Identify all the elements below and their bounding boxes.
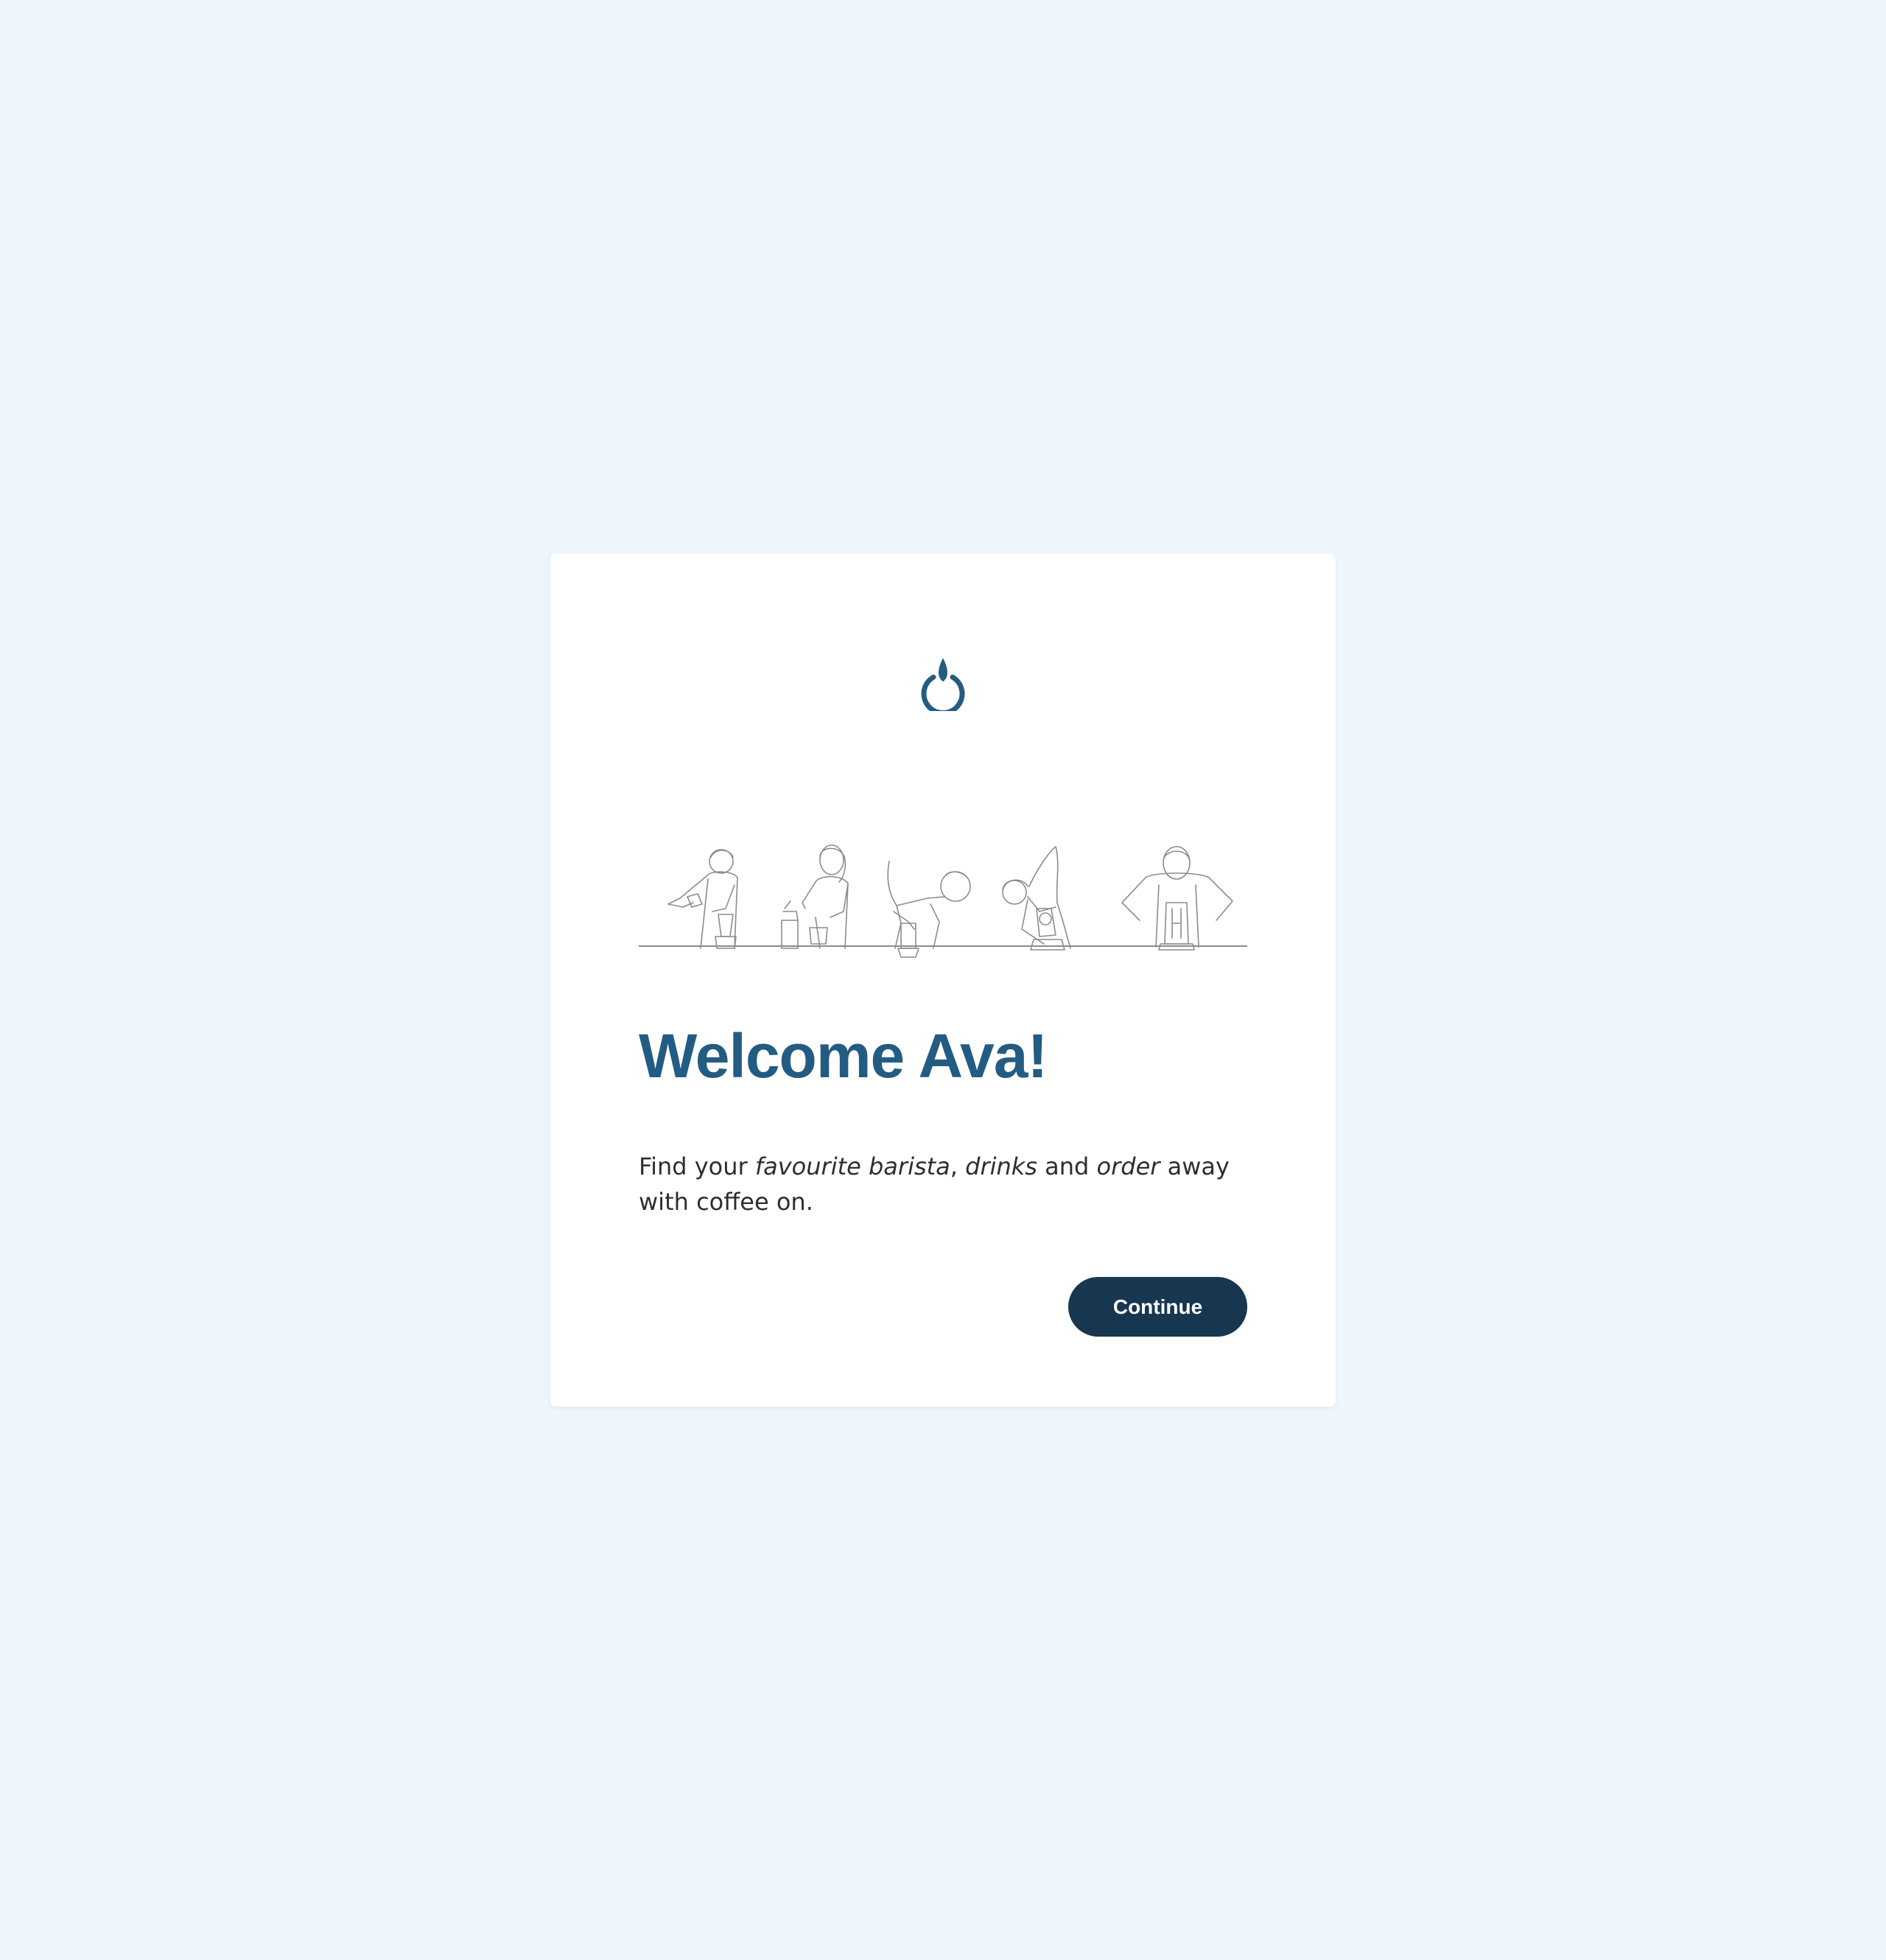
continue-button[interactable]: Continue <box>1068 1277 1247 1337</box>
welcome-title: Welcome Ava! <box>639 1021 1048 1091</box>
desc-order: order <box>1096 1152 1160 1180</box>
desc-text-1: Find your <box>639 1152 755 1180</box>
coffee-on-logo-icon <box>921 658 965 711</box>
desc-text-2: , <box>950 1152 966 1180</box>
baristas-illustration <box>639 844 1247 958</box>
desc-text-3: and <box>1037 1152 1097 1180</box>
desc-favourite-barista: favourite barista <box>754 1152 950 1180</box>
welcome-description: Find your favourite barista, drinks and … <box>639 1149 1258 1219</box>
desc-drinks: drinks <box>965 1152 1037 1180</box>
welcome-card: Welcome Ava! Find your favourite barista… <box>550 553 1336 1407</box>
